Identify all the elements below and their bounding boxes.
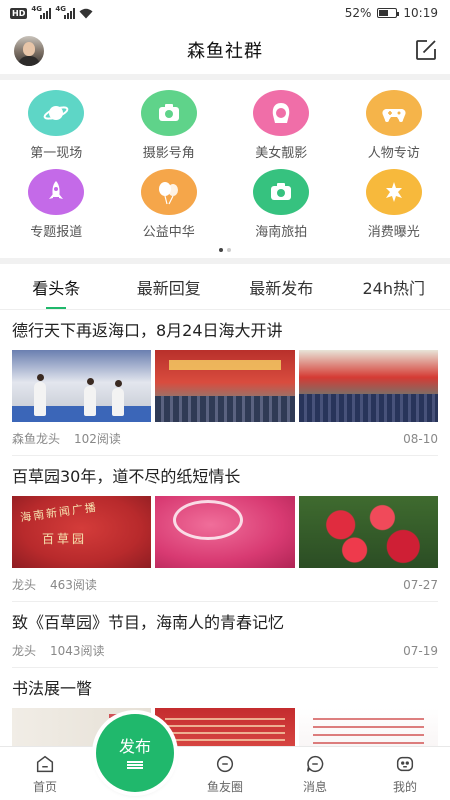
post-item[interactable]: 德行天下再返海口，8月24日海大开讲 森鱼龙头 102阅读 08-10	[12, 310, 438, 456]
category-label: 摄影号角	[142, 146, 195, 161]
status-bar: HD 4G 4G 52% 10:19	[0, 0, 450, 26]
balloons-icon	[140, 169, 197, 215]
app-header: 森鱼社群	[0, 26, 450, 74]
profile-icon	[396, 756, 414, 772]
signal-icon: 4G	[31, 5, 52, 19]
tab-latest-posts[interactable]: 最新发布	[225, 264, 338, 309]
post-image[interactable]: 海南新闻广播 百草园	[12, 496, 152, 568]
post-image[interactable]	[155, 496, 295, 568]
wifi-icon	[79, 8, 93, 18]
category-label: 消费曝光	[367, 225, 420, 240]
post-date: 07-27	[403, 577, 438, 592]
avatar[interactable]	[14, 36, 44, 66]
puzzle-icon	[365, 169, 422, 215]
category-label: 海南旅拍	[255, 225, 308, 240]
page-title: 森鱼社群	[187, 41, 263, 62]
category-item[interactable]: 专题报道	[0, 169, 113, 240]
post-date: 08-10	[403, 431, 438, 446]
battery-icon	[377, 8, 400, 18]
page-indicator	[0, 248, 450, 252]
post-title[interactable]: 德行天下再返海口，8月24日海大开讲	[12, 320, 438, 342]
category-item[interactable]: 消费曝光	[338, 169, 450, 240]
home-icon	[36, 755, 54, 773]
nav-messages[interactable]: 消息	[270, 747, 360, 800]
clock: 10:19	[403, 6, 438, 20]
planet-icon	[28, 90, 85, 136]
nav-home-label: 首页	[32, 780, 57, 794]
battery-percent: 52%	[344, 6, 372, 20]
category-item[interactable]: 公益中华	[113, 169, 226, 240]
nav-mine-label: 我的	[392, 780, 417, 794]
category-item[interactable]: 人物专访	[338, 90, 450, 161]
post-date: 07-19	[403, 643, 438, 658]
circle-icon	[216, 755, 234, 773]
post-item[interactable]: 致《百草园》节目，海南人的青春记忆 龙头 1043阅读 07-19	[12, 602, 438, 668]
post-image[interactable]	[12, 350, 152, 422]
nav-home[interactable]: 首页	[0, 747, 90, 800]
post-author: 龙头	[12, 578, 37, 592]
hd-badge: HD	[10, 7, 28, 19]
post-reads: 463阅读	[50, 578, 97, 592]
menu-icon	[127, 761, 143, 769]
post-title[interactable]: 书法展一瞥	[12, 678, 438, 700]
message-icon	[306, 755, 324, 773]
gamepad-icon	[365, 90, 422, 136]
camera-icon	[253, 169, 310, 215]
nav-messages-label: 消息	[302, 780, 327, 794]
category-item[interactable]: 海南旅拍	[225, 169, 338, 240]
category-item[interactable]: 摄影号角	[113, 90, 226, 161]
category-label: 美女靓影	[255, 146, 308, 161]
bottom-nav: 首页 鱼友圈 消息 我的	[0, 746, 450, 800]
tab-bar: 看头条 最新回复 最新发布 24h热门	[0, 264, 450, 310]
tab-latest-replies[interactable]: 最新回复	[113, 264, 226, 309]
post-reads: 1043阅读	[50, 644, 105, 658]
woman-icon	[253, 90, 310, 136]
post-author: 龙头	[12, 644, 37, 658]
tab-24h-hot[interactable]: 24h热门	[338, 264, 450, 309]
category-item[interactable]: 美女靓影	[225, 90, 338, 161]
post-image[interactable]	[155, 350, 295, 422]
publish-button[interactable]: 发布	[96, 714, 174, 792]
post-title[interactable]: 致《百草园》节目，海南人的青春记忆	[12, 612, 438, 634]
category-label: 公益中华	[142, 225, 195, 240]
rocket-icon	[28, 169, 85, 215]
tab-headlines[interactable]: 看头条	[0, 264, 113, 309]
signal-icon-2: 4G	[55, 5, 76, 19]
post-image[interactable]	[298, 350, 438, 422]
compose-icon[interactable]	[414, 38, 438, 62]
nav-mine[interactable]: 我的	[360, 747, 450, 800]
post-title[interactable]: 百草园30年，道不尽的纸短情长	[12, 466, 438, 488]
category-label: 专题报道	[30, 225, 83, 240]
post-feed: 德行天下再返海口，8月24日海大开讲 森鱼龙头 102阅读 08-10 百草园3…	[0, 310, 450, 788]
post-author: 森鱼龙头	[12, 432, 61, 446]
post-image[interactable]	[298, 496, 438, 568]
publish-label: 发布	[118, 737, 151, 756]
post-item[interactable]: 百草园30年，道不尽的纸短情长 海南新闻广播 百草园 龙头 463阅读 07-2…	[12, 456, 438, 602]
post-reads: 102阅读	[74, 432, 121, 446]
nav-circle-label: 鱼友圈	[206, 780, 243, 794]
category-label: 第一现场	[30, 146, 83, 161]
category-item[interactable]: 第一现场	[0, 90, 113, 161]
camera-icon	[140, 90, 197, 136]
category-grid: 第一现场 摄影号角 美女靓影 人物专访专题报道 公益中华 海南旅拍 消费曝光	[0, 80, 450, 240]
category-label: 人物专访	[367, 146, 420, 161]
nav-fish-circle[interactable]: 鱼友圈	[180, 747, 270, 800]
